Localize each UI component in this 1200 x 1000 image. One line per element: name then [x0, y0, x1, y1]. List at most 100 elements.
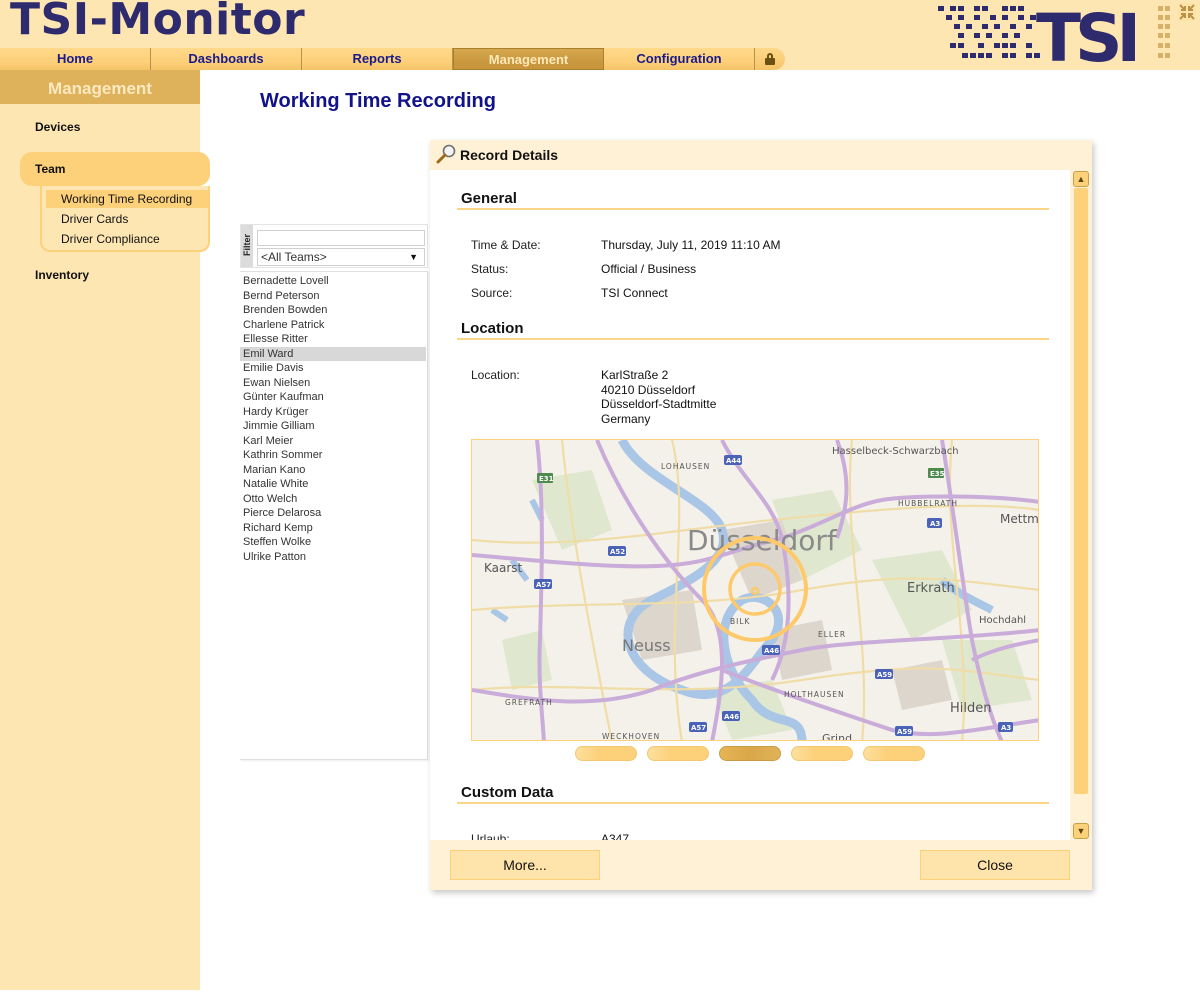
- map-page-button[interactable]: [791, 746, 853, 761]
- sidebar-item-devices[interactable]: Devices: [35, 120, 80, 134]
- person-list-item[interactable]: Otto Welch: [240, 492, 426, 507]
- svg-text:A46: A46: [764, 647, 779, 655]
- address-line: KarlStraße 2: [601, 368, 669, 382]
- person-list-item[interactable]: Richard Kemp: [240, 521, 426, 536]
- map-label: HOLTHAUSEN: [784, 690, 845, 699]
- filter-panel: Filter <All Teams> ▼: [240, 224, 428, 268]
- map-label: LOHAUSEN: [661, 462, 710, 471]
- person-list-item[interactable]: Kathrin Sommer: [240, 448, 426, 463]
- lock-button[interactable]: [755, 48, 785, 70]
- triangle-down-icon: ▼: [1076, 826, 1086, 836]
- person-list-item[interactable]: Emil Ward: [240, 346, 426, 361]
- field-value-time-date: Thursday, July 11, 2019 11:10 AM: [601, 238, 781, 252]
- field-label-status: Status:: [471, 262, 509, 276]
- nav-home[interactable]: Home: [0, 48, 151, 70]
- svg-text:E31: E31: [539, 475, 554, 483]
- lock-icon: [765, 53, 775, 65]
- map-page-button[interactable]: [647, 746, 709, 761]
- person-list-item[interactable]: Natalie White: [240, 477, 426, 492]
- person-list-item[interactable]: Jimmie Gilliam: [240, 419, 426, 434]
- sidebar-item-driver-cards[interactable]: Driver Cards: [46, 210, 208, 228]
- map-page-button[interactable]: [863, 746, 925, 761]
- field-label-location: Location:: [471, 368, 520, 382]
- map-label: Hilden: [950, 701, 992, 716]
- nav-configuration[interactable]: Configuration: [604, 48, 755, 70]
- person-list-item[interactable]: Charlene Patrick: [240, 318, 426, 333]
- dialog-title-bar[interactable]: Record Details: [430, 140, 1092, 170]
- team-select[interactable]: <All Teams> ▼: [257, 248, 425, 266]
- person-list-item[interactable]: Pierce Delarosa: [240, 506, 426, 521]
- svg-text:E35: E35: [930, 470, 945, 478]
- header: TSI-Monitor Home Dashboards Reports Mana…: [0, 0, 1200, 70]
- logo-dot-pattern: [938, 6, 1040, 58]
- dialog-footer: More... Close: [430, 840, 1092, 890]
- svg-text:A3: A3: [1001, 724, 1011, 732]
- filter-tab[interactable]: Filter: [241, 225, 253, 267]
- location-map[interactable]: Düsseldorf Kaarst Neuss Erkrath Hochdahl…: [471, 439, 1039, 741]
- svg-text:A46: A46: [724, 713, 739, 721]
- collapse-arrows-icon[interactable]: [1178, 3, 1196, 21]
- more-button[interactable]: More...: [450, 850, 600, 880]
- person-list-item[interactable]: Günter Kaufman: [240, 390, 426, 405]
- map-label: Hochdahl: [979, 615, 1026, 626]
- close-button[interactable]: Close: [920, 850, 1070, 880]
- person-list-item[interactable]: Hardy Krüger: [240, 405, 426, 420]
- sidebar-item-driver-compliance[interactable]: Driver Compliance: [46, 230, 208, 248]
- sidebar-item-team[interactable]: Team: [35, 162, 65, 176]
- svg-text:A57: A57: [691, 724, 706, 732]
- dialog-title: Record Details: [460, 147, 559, 163]
- scroll-thumb[interactable]: [1074, 188, 1088, 794]
- section-divider: [457, 802, 1049, 804]
- section-custom-data-title: Custom Data: [461, 784, 554, 801]
- map-page-button[interactable]: [719, 746, 781, 761]
- person-list-item[interactable]: Brenden Bowden: [240, 303, 426, 318]
- dropdown-arrow-icon: ▼: [409, 252, 418, 262]
- page-title: Working Time Recording: [260, 90, 496, 112]
- person-list-item[interactable]: Ewan Nielsen: [240, 376, 426, 391]
- map-label: Mettm: [1000, 512, 1039, 526]
- nav-reports[interactable]: Reports: [302, 48, 453, 70]
- svg-text:A52: A52: [610, 548, 625, 556]
- tsi-logo: TSI: [938, 3, 1170, 65]
- map-label: BILK: [730, 617, 751, 626]
- field-value-urlaub: A347: [601, 832, 630, 840]
- team-submenu: Working Time Recording Driver Cards Driv…: [40, 186, 210, 252]
- sidebar-item-working-time-recording[interactable]: Working Time Recording: [46, 190, 208, 208]
- scroll-up-button[interactable]: ▲: [1073, 171, 1089, 187]
- person-list-item[interactable]: Karl Meier: [240, 434, 426, 449]
- dialog-scrollbar[interactable]: ▲ ▼: [1072, 170, 1090, 840]
- person-list-item[interactable]: Marian Kano: [240, 463, 426, 478]
- svg-text:A57: A57: [536, 581, 551, 589]
- field-value-address: KarlStraße 2 40210 Düsseldorf Düsseldorf…: [601, 368, 716, 426]
- nav-dashboards[interactable]: Dashboards: [151, 48, 302, 70]
- filter-search-input[interactable]: [257, 230, 425, 246]
- map-label: WECKHOVEN: [602, 732, 660, 741]
- section-divider: [457, 208, 1049, 210]
- svg-text:A44: A44: [726, 457, 741, 465]
- scroll-down-button[interactable]: ▼: [1073, 823, 1089, 839]
- person-list-item[interactable]: Steffen Wolke: [240, 535, 426, 550]
- sidebar: Management Devices Team Working Time Rec…: [0, 70, 210, 990]
- filter-tab-label: Filter: [242, 234, 252, 257]
- address-line: Germany: [601, 411, 651, 426]
- nav-management[interactable]: Management: [453, 48, 604, 70]
- logo-text: TSI: [1036, 3, 1136, 65]
- logo-side-grid: [1158, 6, 1170, 58]
- person-list-item[interactable]: Bernadette Lovell: [240, 274, 426, 289]
- person-list-item[interactable]: Ulrike Patton: [240, 550, 426, 565]
- person-list-item[interactable]: Ellesse Ritter: [240, 332, 426, 347]
- sidebar-group-team[interactable]: Team: [20, 152, 210, 186]
- map-label: HUBBELRATH: [898, 499, 958, 508]
- map-page-button[interactable]: [575, 746, 637, 761]
- field-value-source: TSI Connect: [601, 286, 668, 300]
- main-nav: Home Dashboards Reports Management Confi…: [0, 48, 785, 70]
- svg-text:A3: A3: [930, 520, 940, 528]
- map-label: GREFRATH: [505, 698, 553, 707]
- sidebar-item-inventory[interactable]: Inventory: [35, 268, 89, 282]
- field-value-status: Official / Business: [601, 262, 697, 276]
- person-list-item[interactable]: Emilie Davis: [240, 361, 426, 376]
- person-list-item[interactable]: Bernd Peterson: [240, 289, 426, 304]
- magnifier-icon: [436, 144, 456, 164]
- map-label: Hasselbeck-Schwarzbach: [832, 446, 959, 457]
- people-list: Bernadette Lovell Bernd Peterson Brenden B…: [240, 271, 428, 760]
